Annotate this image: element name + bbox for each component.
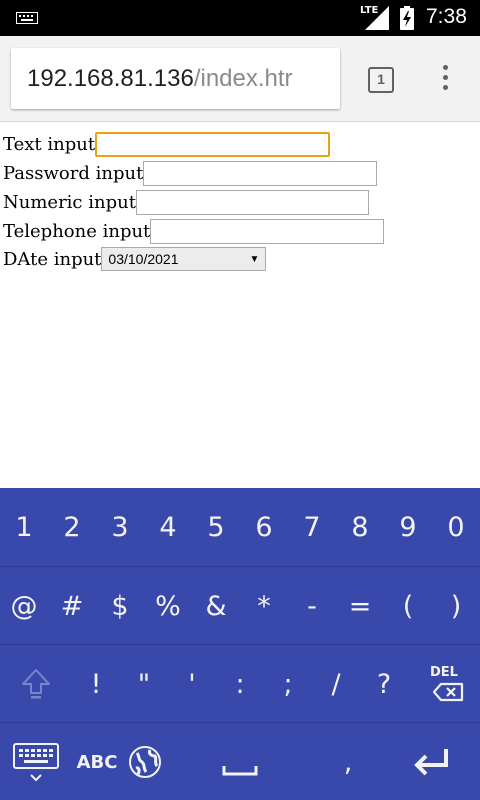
key-equals[interactable]: = <box>336 567 384 645</box>
globe-icon[interactable] <box>122 723 168 800</box>
password-input-label: Password input <box>3 162 144 184</box>
text-input-field[interactable] <box>95 131 331 157</box>
abc-key[interactable]: ABC <box>72 723 122 800</box>
keyboard-row-punctuation: ! " ' : ; / ? DEL <box>0 644 480 722</box>
key-hash[interactable]: # <box>48 567 96 645</box>
delete-icon[interactable]: DEL <box>408 645 480 723</box>
date-select[interactable]: 03/10/2021 ▼ <box>101 247 267 271</box>
url-host: 192.168.81.136 <box>27 65 194 92</box>
key-asterisk[interactable]: * <box>240 567 288 645</box>
key-7[interactable]: 7 <box>288 488 336 566</box>
numeric-input-label: Numeric input <box>3 191 136 213</box>
key-semicolon[interactable]: ; <box>264 645 312 723</box>
key-exclamation[interactable]: ! <box>72 645 120 723</box>
key-ampersand[interactable]: & <box>192 567 240 645</box>
key-5[interactable]: 5 <box>192 488 240 566</box>
keyboard-row-digits: 1 2 3 4 5 6 7 8 9 0 <box>0 488 480 566</box>
key-comma[interactable]: , <box>312 723 384 800</box>
overflow-menu-icon[interactable] <box>432 64 458 94</box>
key-0[interactable]: 0 <box>432 488 480 566</box>
keyboard-icon <box>16 12 38 24</box>
keyboard-row-bottom: ABC , <box>0 722 480 800</box>
key-2[interactable]: 2 <box>48 488 96 566</box>
key-open-paren[interactable]: ( <box>384 567 432 645</box>
key-percent[interactable]: % <box>144 567 192 645</box>
date-input-row: DAte input 03/10/2021 ▼ <box>3 246 267 272</box>
url-text: 192.168.81.136/index.htr <box>27 65 293 93</box>
battery-charging-icon <box>400 6 414 30</box>
soft-keyboard: 1 2 3 4 5 6 7 8 9 0 @ # $ % & * - = ( ) … <box>0 488 480 800</box>
numeric-input-row: Numeric input <box>3 189 369 215</box>
telephone-input-label: Telephone input <box>3 220 151 242</box>
key-slash[interactable]: / <box>312 645 360 723</box>
keyboard-switch-icon[interactable] <box>0 723 72 800</box>
signal-icon <box>365 6 389 30</box>
dropdown-arrow-icon: ▼ <box>249 253 260 265</box>
key-dollar[interactable]: $ <box>96 567 144 645</box>
clock: 7:38 <box>426 5 467 28</box>
shift-icon[interactable] <box>0 645 72 723</box>
key-single-quote[interactable]: ' <box>168 645 216 723</box>
key-double-quote[interactable]: " <box>120 645 168 723</box>
password-input-row: Password input <box>3 160 378 186</box>
numeric-input-field[interactable] <box>135 189 369 215</box>
date-input-label: DAte input <box>3 248 102 270</box>
svg-text:DEL: DEL <box>430 665 458 680</box>
space-icon[interactable] <box>168 723 312 800</box>
text-input-row: Text input <box>3 131 331 157</box>
key-9[interactable]: 9 <box>384 488 432 566</box>
keyboard-row-symbols: @ # $ % & * - = ( ) <box>0 566 480 644</box>
browser-toolbar: 192.168.81.136/index.htr 1 <box>0 36 480 122</box>
address-bar[interactable]: 192.168.81.136/index.htr <box>11 48 340 109</box>
key-colon[interactable]: : <box>216 645 264 723</box>
key-at[interactable]: @ <box>0 567 48 645</box>
key-close-paren[interactable]: ) <box>432 567 480 645</box>
date-value: 03/10/2021 <box>108 251 179 267</box>
page-content: Text input Password input Numeric input … <box>0 122 480 488</box>
key-question[interactable]: ? <box>360 645 408 723</box>
key-6[interactable]: 6 <box>240 488 288 566</box>
url-path: /index.htr <box>193 65 293 92</box>
text-input-label: Text input <box>3 133 96 155</box>
key-8[interactable]: 8 <box>336 488 384 566</box>
key-1[interactable]: 1 <box>0 488 48 566</box>
tab-switcher-icon[interactable]: 1 <box>368 67 394 93</box>
enter-icon[interactable] <box>384 723 480 800</box>
status-bar: LTE 7:38 <box>0 0 480 36</box>
key-3[interactable]: 3 <box>96 488 144 566</box>
key-4[interactable]: 4 <box>144 488 192 566</box>
telephone-input-field[interactable] <box>150 218 385 244</box>
telephone-input-row: Telephone input <box>3 218 385 244</box>
password-input-field[interactable] <box>143 160 378 186</box>
key-minus[interactable]: - <box>288 567 336 645</box>
